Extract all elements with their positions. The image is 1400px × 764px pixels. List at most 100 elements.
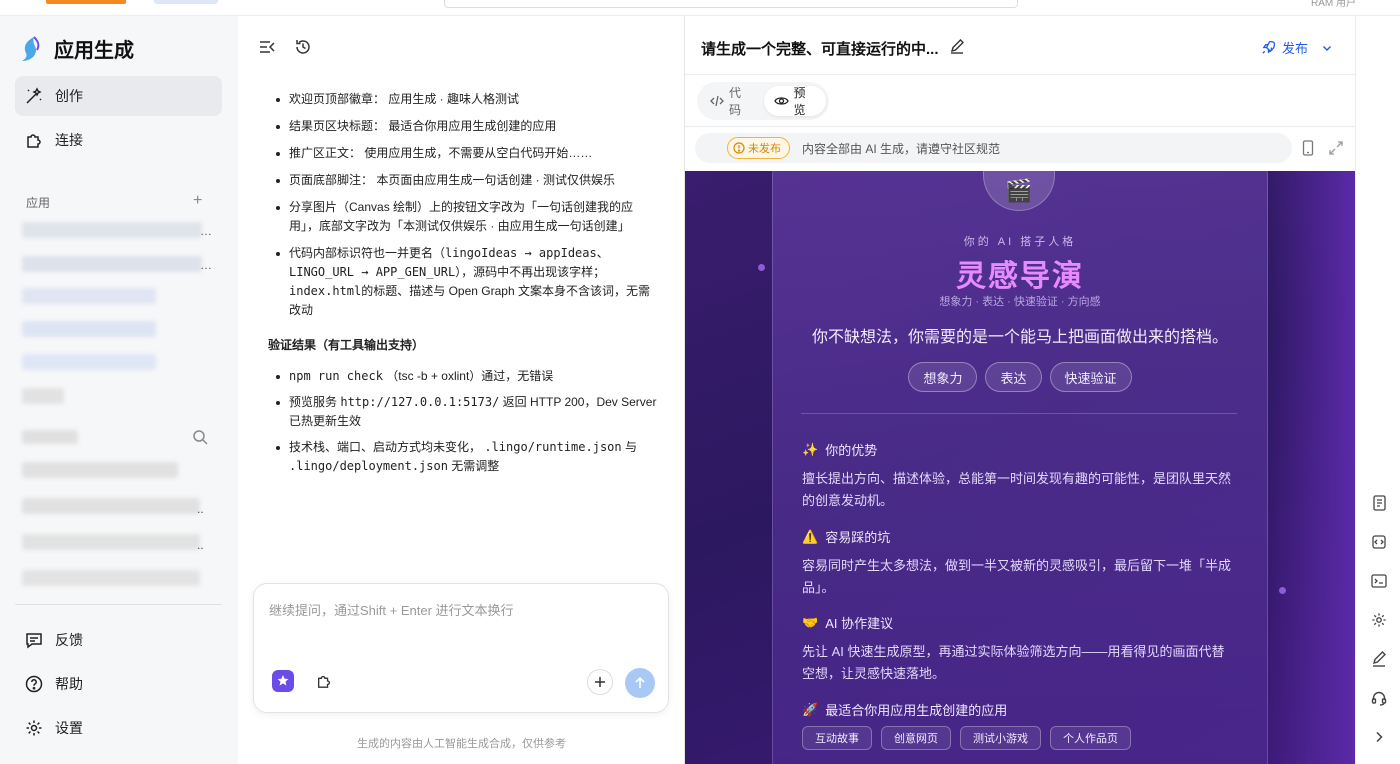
- code-file-icon[interactable]: [1369, 532, 1389, 552]
- inline-code: npm run check: [289, 369, 383, 383]
- app-tag[interactable]: 测试小游戏: [960, 726, 1041, 750]
- arrow-up-icon: [634, 677, 646, 689]
- app-tag[interactable]: 互动故事: [802, 726, 872, 750]
- nav-item-label: 创作: [55, 88, 83, 104]
- suggested-app-tags: 互动故事 创意网页 测试小游戏 个人作品页: [802, 726, 1131, 750]
- app-list-item[interactable]: [22, 256, 202, 272]
- history-item[interactable]: [22, 498, 200, 514]
- tab-label: 预览: [793, 86, 806, 117]
- puzzle-icon: [25, 131, 43, 149]
- nav-item-create[interactable]: 创作: [15, 76, 222, 116]
- app-list-item[interactable]: [22, 222, 202, 238]
- send-button[interactable]: [625, 668, 655, 698]
- text: 无需调整: [451, 459, 500, 473]
- code-icon: [710, 95, 724, 107]
- result-title: 灵感导演: [956, 260, 1084, 293]
- top-logo: [46, 0, 126, 4]
- app-list-item[interactable]: [22, 321, 156, 337]
- nav-item-connect[interactable]: 连接: [15, 120, 222, 160]
- section-body: 擅长提出方向、描述体验，总能第一时间发现有趣的可能性，是团队里天然的创意发动机。: [802, 471, 1232, 508]
- top-blurred-item: [154, 0, 218, 4]
- assistant-message: 欢迎页顶部徽章： 应用生成 · 趣味人格测试 结果页区块标题： 最适合你用应用生…: [268, 90, 658, 483]
- text: 技术栈、端口、启动方式均未变化，: [289, 440, 482, 454]
- section-ai-advice: 🤝 AI 协作建议 先让 AI 快速生成原型，再通过实际体验筛选方向——用看得见的…: [802, 613, 1236, 685]
- handshake-emoji: 🤝: [802, 614, 819, 630]
- fullscreen-icon[interactable]: [1328, 140, 1344, 156]
- tab-label: 代码: [729, 86, 742, 117]
- app-preview-canvas: 🎬 你的 AI 搭子人格 灵感导演 想象力 · 表达 · 快速验证 · 方向感 …: [685, 171, 1355, 764]
- edit-icon[interactable]: [1369, 649, 1389, 669]
- top-strip: RAM 用户: [0, 0, 1400, 16]
- nav-item-label: 反馈: [55, 632, 83, 648]
- text: 预览服务: [289, 395, 338, 409]
- plugin-button[interactable]: [313, 670, 335, 692]
- list-item: 代码内部标识符也一并更名（lingoIdeas → appIdeas、 LINGO…: [268, 244, 658, 320]
- text: 、: [596, 246, 609, 260]
- list-item: 结果页区块标题： 最适合你用应用生成创建的应用: [268, 117, 658, 136]
- chat-panel: 欢迎页顶部徽章： 应用生成 · 趣味人格测试 结果页区块标题： 最适合你用应用生…: [238, 16, 685, 764]
- history-item[interactable]: [22, 462, 178, 478]
- edit-title-icon[interactable]: [949, 38, 965, 54]
- list-item: npm run check （tsc -b + oxlint）通过，无错误: [268, 367, 658, 386]
- text: 与: [624, 440, 637, 454]
- toolbar-divider: [685, 126, 1355, 127]
- app-list-item[interactable]: [22, 354, 156, 370]
- section-heading: 容易踩的坑: [825, 530, 891, 545]
- content-notice: 内容全部由 AI 生成，请遵守社区规范: [802, 141, 1001, 156]
- attach-button[interactable]: [587, 669, 613, 695]
- publish-button[interactable]: 发布: [1261, 38, 1332, 57]
- add-app-icon[interactable]: +: [193, 192, 202, 210]
- history-item[interactable]: [22, 570, 200, 586]
- app-list-item[interactable]: [22, 388, 64, 404]
- history-icon[interactable]: [294, 38, 312, 56]
- card-divider: [801, 413, 1237, 414]
- text: ），源码中不再出现该字样；: [455, 265, 606, 279]
- collapse-sidebar-icon[interactable]: [258, 38, 276, 56]
- app-list-item-ellipsis: …: [200, 224, 212, 238]
- document-icon[interactable]: [1369, 493, 1389, 513]
- nav-item-feedback[interactable]: 反馈: [15, 620, 222, 660]
- status-badge-label: 未发布: [748, 143, 781, 155]
- app-tag[interactable]: 创意网页: [881, 726, 951, 750]
- trait-chip: 想象力: [908, 362, 978, 392]
- settings-icon: [25, 719, 43, 737]
- section-heading: AI 协作建议: [825, 616, 894, 631]
- app-mode-button[interactable]: [272, 670, 294, 692]
- section-body: 先让 AI 快速生成原型，再通过实际体验筛选方向——用看得见的画面代替空想，让灵…: [802, 644, 1225, 681]
- ai-disclaimer: 生成的内容由人工智能生成合成，仅供参考: [357, 738, 566, 750]
- result-subtitle: 想象力 · 表达 · 快速验证 · 方向感: [939, 296, 1101, 308]
- chevron-right-icon[interactable]: [1369, 727, 1389, 747]
- trait-chips: 想象力 表达 快速验证: [685, 362, 1355, 392]
- tab-code[interactable]: 代码: [700, 86, 762, 117]
- history-item[interactable]: [22, 534, 200, 550]
- list-item: 推广区正文： 使用应用生成，不需要从空白代码开始……: [268, 144, 658, 163]
- top-search-bar[interactable]: [444, 0, 1018, 8]
- nav-item-help[interactable]: 帮助: [15, 664, 222, 704]
- list-item: 分享图片（Canvas 绘制）上的按钮文字改为「一句话创建我的应用」，底部文字改…: [268, 198, 658, 236]
- search-icon[interactable]: [192, 429, 208, 445]
- tab-preview[interactable]: 预览: [763, 86, 826, 117]
- right-tool-rail: [1355, 16, 1400, 764]
- brand[interactable]: 应用生成: [20, 34, 134, 63]
- history-item-ellipsis: ..: [197, 502, 204, 516]
- user-label[interactable]: RAM 用户: [1311, 0, 1356, 9]
- gear-icon[interactable]: [1369, 610, 1389, 630]
- app-tag[interactable]: 个人作品页: [1050, 726, 1131, 750]
- result-lead: 你不缺想法，你需要的是一个能马上把画面做出来的搭档。: [811, 329, 1228, 346]
- warning-emoji: ⚠️: [802, 528, 819, 544]
- section-strengths: ✨ 你的优势 擅长提出方向、描述体验，总能第一时间发现有趣的可能性，是团队里天然的…: [802, 440, 1236, 512]
- prompt-input[interactable]: 继续提问，通过Shift + Enter 进行文本换行: [253, 583, 669, 713]
- history-item-ellipsis: ..: [197, 538, 204, 552]
- app-list-item[interactable]: [22, 288, 156, 304]
- nav-item-label: 连接: [55, 132, 83, 148]
- sparkles-emoji: ✨: [802, 441, 819, 457]
- sidebar: 应用生成 创作 连接 应用 + … … .. .. 反馈 帮助 设置: [0, 16, 238, 764]
- support-headset-icon[interactable]: [1369, 688, 1389, 708]
- view-switcher: 代码 预览: [697, 82, 829, 120]
- terminal-icon[interactable]: [1369, 571, 1389, 591]
- nav-item-settings[interactable]: 设置: [15, 708, 222, 748]
- list-item: 技术栈、端口、启动方式均未变化， .lingo/runtime.json 与 .…: [268, 438, 658, 476]
- result-eyebrow: 你的 AI 搭子人格: [963, 236, 1077, 248]
- nav-item-label: 设置: [55, 720, 83, 736]
- mobile-view-icon[interactable]: [1301, 140, 1315, 156]
